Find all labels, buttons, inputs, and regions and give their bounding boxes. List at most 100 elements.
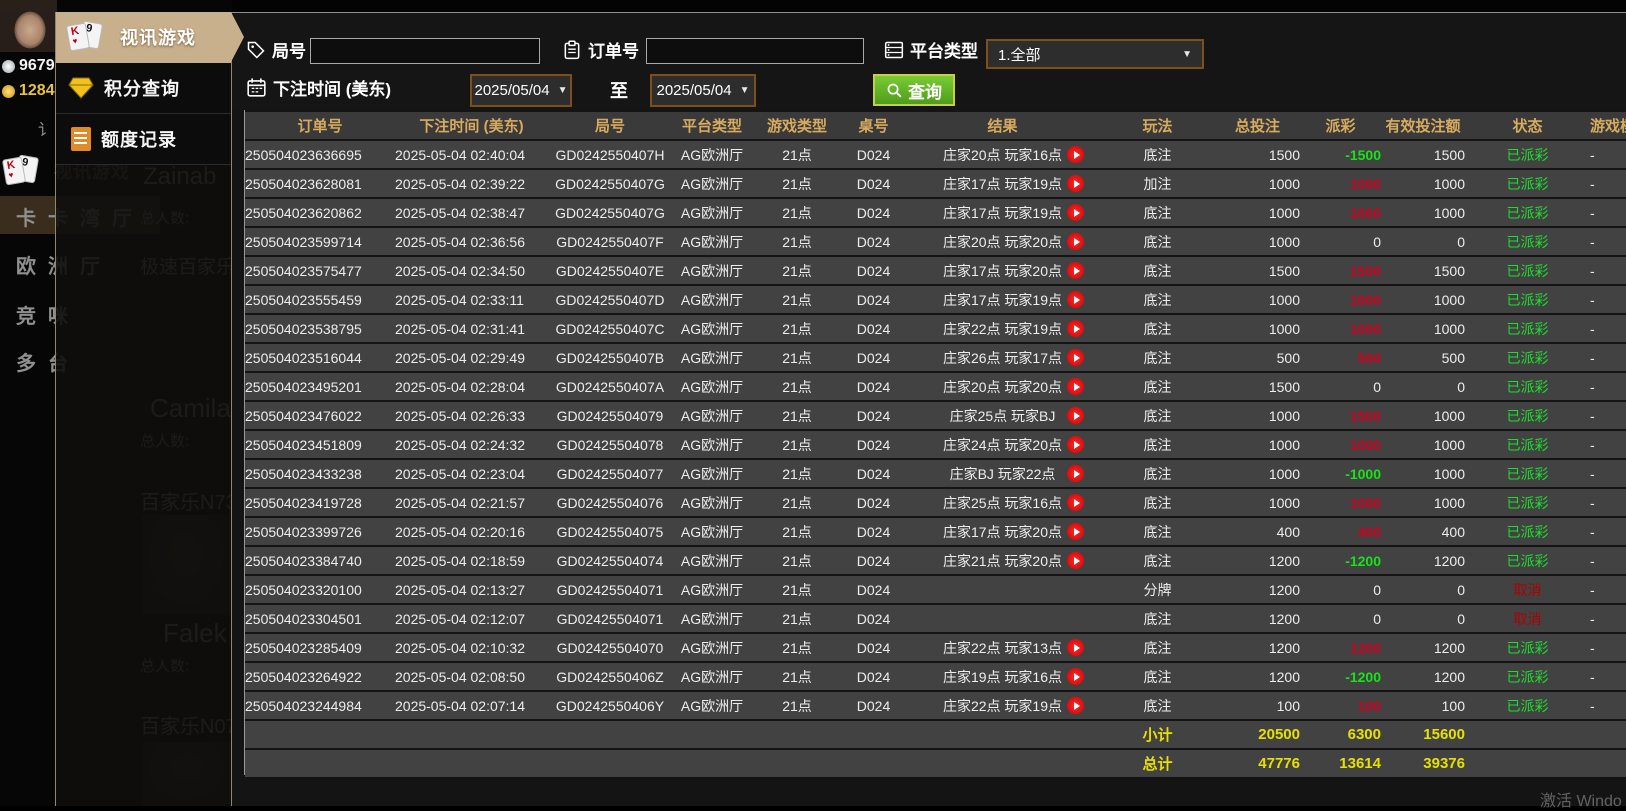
table-row: 250504023244984 2025-05-04 02:07:14 GD0242… bbox=[245, 692, 1626, 719]
table-row: 250504023599714 2025-05-04 02:36:56 GD0242… bbox=[245, 228, 1626, 255]
order-number-label: 订单号 bbox=[562, 37, 639, 62]
result-text: 庄家17点 玩家19点 bbox=[942, 291, 1063, 308]
play-video-button[interactable] bbox=[1067, 465, 1084, 482]
result-text: 庄家20点 玩家20点 bbox=[942, 378, 1063, 395]
menu-item-points-query[interactable]: 积分查询 bbox=[56, 63, 231, 114]
platform-type-label: 平台类型 bbox=[884, 37, 978, 62]
chevron-down-icon: ▼ bbox=[1182, 48, 1192, 60]
diamond-icon bbox=[68, 77, 94, 99]
play-video-button[interactable] bbox=[1067, 639, 1084, 656]
chevron-down-icon: ▼ bbox=[557, 85, 568, 96]
playing-cards-icon: 9 K ♥ bbox=[65, 20, 110, 52]
table-row: 250504023419728 2025-05-04 02:21:57 GD0242… bbox=[245, 489, 1626, 516]
play-video-button[interactable] bbox=[1067, 523, 1084, 540]
column-header: 总投注 bbox=[1215, 112, 1300, 139]
table-row: 250504023451809 2025-05-04 02:24:32 GD0242… bbox=[245, 431, 1626, 458]
play-video-button[interactable] bbox=[1067, 668, 1084, 685]
column-header: 状态 bbox=[1465, 112, 1590, 139]
date-from-value: 2025/05/04 bbox=[474, 82, 550, 99]
table-row: 250504023538795 2025-05-04 02:31:41 GD0242… bbox=[245, 315, 1626, 342]
table-row: 250504023264922 2025-05-04 02:08:50 GD0242… bbox=[245, 663, 1626, 690]
result-text: 庄家17点 玩家19点 bbox=[942, 175, 1063, 192]
play-video-button[interactable] bbox=[1067, 378, 1084, 395]
result-text: 庄家22点 玩家13点 bbox=[942, 639, 1063, 656]
table-header-row: 订单号 下注时间 (美东) 局号 平台类型 游戏类型 桌号 结果 玩法 总投注 派彩 有效投注额 状态… bbox=[245, 112, 1626, 139]
table-row: 250504023620862 2025-05-04 02:38:47 GD0242… bbox=[245, 199, 1626, 226]
result-text: 庄家BJ 玩家22点 bbox=[949, 465, 1056, 482]
column-header: 游戏类型 bbox=[752, 112, 842, 139]
table-row: 250504023628081 2025-05-04 02:39:22 GD0242… bbox=[245, 170, 1626, 197]
menu-item-credit-records[interactable]: 额度记录 bbox=[56, 114, 231, 165]
chat-text-fragment: 讠 bbox=[38, 122, 55, 139]
column-header: 局号 bbox=[548, 112, 672, 139]
column-header: 派彩 bbox=[1300, 112, 1381, 139]
points-value: 9679 bbox=[19, 57, 55, 74]
play-video-button[interactable] bbox=[1067, 233, 1084, 250]
main-content: 局号 订单号 平台类型 1.全部 ▼ 下注时间 (美东) 2025/05/04 … bbox=[232, 0, 1626, 806]
bet-time-label: 下注时间 (美东) bbox=[246, 75, 391, 100]
round-number-input[interactable] bbox=[310, 38, 540, 64]
play-video-button[interactable] bbox=[1067, 146, 1084, 163]
table-row: 250504023636695 2025-05-04 02:40:04 GD0242… bbox=[245, 141, 1626, 168]
date-from-select[interactable]: 2025/05/04 ▼ bbox=[470, 74, 572, 107]
play-video-button[interactable] bbox=[1067, 320, 1084, 337]
menu-item-label: 额度记录 bbox=[101, 130, 177, 150]
date-to-value: 2025/05/04 bbox=[656, 82, 732, 99]
search-icon bbox=[887, 83, 902, 98]
table-row: 250504023320100 2025-05-04 02:13:27 GD0242… bbox=[245, 576, 1626, 603]
credit-balance: 1284 bbox=[2, 82, 55, 100]
result-text: 庄家24点 玩家20点 bbox=[942, 436, 1063, 453]
menu-item-video-games[interactable]: 9 K ♥ 视讯游戏 bbox=[56, 12, 244, 63]
result-text: 庄家22点 玩家19点 bbox=[942, 697, 1063, 714]
play-video-button[interactable] bbox=[1067, 349, 1084, 366]
platform-type-select[interactable]: 1.全部 ▼ bbox=[986, 39, 1204, 69]
column-header: 玩法 bbox=[1100, 112, 1215, 139]
play-video-button[interactable] bbox=[1067, 175, 1084, 192]
platform-list-icon bbox=[884, 41, 904, 58]
result-text: 庄家26点 玩家17点 bbox=[942, 349, 1063, 366]
play-video-button[interactable] bbox=[1067, 494, 1084, 511]
bet-records-table: 订单号 下注时间 (美东) 局号 平台类型 游戏类型 桌号 结果 玩法 总投注 派彩 有效投注额 状态… bbox=[245, 110, 1626, 779]
play-video-button[interactable] bbox=[1067, 436, 1084, 453]
playing-cards-icon: 9 K ♥ bbox=[1, 154, 46, 186]
order-number-input[interactable] bbox=[646, 38, 864, 64]
play-video-button[interactable] bbox=[1067, 697, 1084, 714]
points-balance: 9679 bbox=[2, 57, 55, 75]
result-text: 庄家25点 玩家BJ bbox=[949, 407, 1056, 424]
coin-icon bbox=[2, 84, 15, 98]
result-text: 庄家25点 玩家16点 bbox=[942, 494, 1063, 511]
play-video-button[interactable] bbox=[1067, 407, 1084, 424]
table-row: 250504023285409 2025-05-04 02:10:32 GD0242… bbox=[245, 634, 1626, 661]
round-number-label: 局号 bbox=[246, 37, 306, 62]
credit-value: 1284 bbox=[19, 82, 55, 99]
calendar-icon bbox=[247, 78, 266, 97]
column-header: 有效投注额 bbox=[1381, 112, 1465, 139]
play-video-button[interactable] bbox=[1067, 262, 1084, 279]
summary-label: 小计 bbox=[1100, 721, 1215, 748]
result-text: 庄家17点 玩家20点 bbox=[942, 262, 1063, 279]
play-video-button[interactable] bbox=[1067, 291, 1084, 308]
date-to-select[interactable]: 2025/05/04 ▼ bbox=[650, 74, 756, 107]
points-icon bbox=[2, 59, 15, 73]
search-button[interactable]: 查询 bbox=[873, 74, 955, 106]
column-header: 平台类型 bbox=[672, 112, 752, 139]
table-row: 250504023495201 2025-05-04 02:28:04 GD0242… bbox=[245, 373, 1626, 400]
result-text: 庄家21点 玩家20点 bbox=[942, 552, 1063, 569]
result-text: 庄家20点 玩家16点 bbox=[942, 146, 1063, 163]
document-icon bbox=[71, 127, 91, 151]
menu-item-label: 视讯游戏 bbox=[120, 28, 196, 48]
result-text: 庄家19点 玩家16点 bbox=[942, 668, 1063, 685]
column-header: 结果 bbox=[905, 112, 1100, 139]
column-header: 游戏模式 bbox=[1590, 112, 1626, 139]
summary-row: 总计 47776 13614 39376 bbox=[245, 750, 1626, 777]
table-row: 250504023384740 2025-05-04 02:18:59 GD0242… bbox=[245, 547, 1626, 574]
play-video-button[interactable] bbox=[1067, 204, 1084, 221]
result-text: 庄家17点 玩家20点 bbox=[942, 523, 1063, 540]
table-row: 250504023433238 2025-05-04 02:23:04 GD0242… bbox=[245, 460, 1626, 487]
column-header: 桌号 bbox=[842, 112, 905, 139]
result-text: 庄家17点 玩家19点 bbox=[942, 204, 1063, 221]
tag-icon bbox=[247, 41, 265, 59]
summary-label: 总计 bbox=[1100, 750, 1215, 777]
user-avatar bbox=[0, 0, 57, 52]
play-video-button[interactable] bbox=[1067, 552, 1084, 569]
